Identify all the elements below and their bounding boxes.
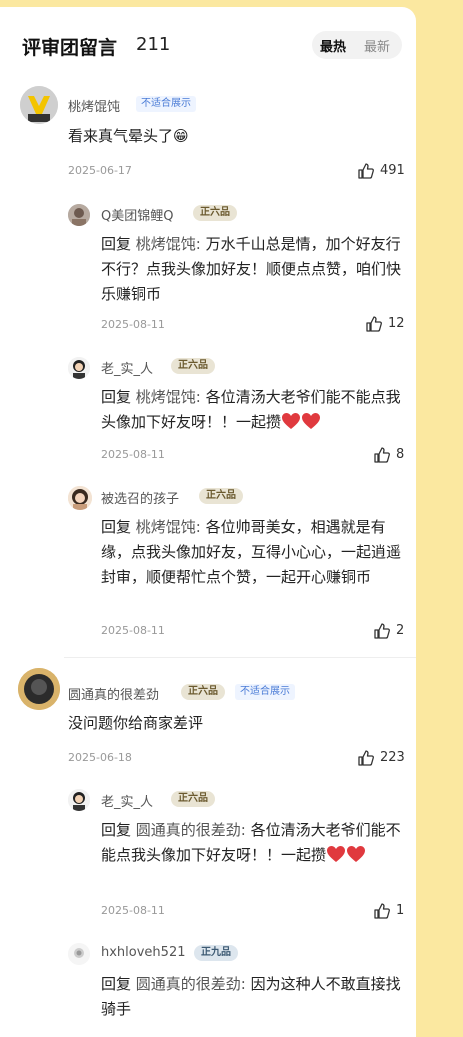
reply-to-name[interactable]: 桃烤馄饨:: [136, 518, 201, 536]
comment-text: 没问题你给商家差评: [68, 714, 204, 732]
reply-prefix: 回复: [101, 975, 132, 993]
heart-icon: [302, 413, 321, 429]
sort-toggle: 最热 最新: [312, 31, 402, 59]
heart-icon: [282, 413, 301, 429]
like-button[interactable]: 1: [373, 902, 411, 920]
reply-prefix: 回复: [101, 235, 132, 253]
reply-date: 2025-08-11: [101, 904, 165, 917]
comment-count: 211: [136, 34, 171, 55]
avatar[interactable]: [68, 486, 92, 510]
reply-to-name[interactable]: 桃烤馄饨:: [136, 388, 201, 406]
sort-new-button[interactable]: 最新: [364, 36, 390, 55]
like-button[interactable]: 491: [357, 162, 407, 180]
comment-date: 2025-06-18: [68, 751, 132, 764]
avatar[interactable]: [68, 357, 90, 379]
like-button[interactable]: 8: [373, 446, 411, 464]
reply-to-name[interactable]: 圆通真的很差劲:: [136, 975, 246, 993]
heart-icon: [347, 846, 366, 862]
author-name[interactable]: 老_实_人: [101, 791, 153, 810]
avatar[interactable]: [68, 789, 90, 811]
panel-header: 评审团留言 211 最热 最新: [22, 27, 402, 67]
not-suitable-badge: 不适合展示: [136, 96, 196, 112]
reply-date: 2025-08-11: [101, 448, 165, 461]
thumbs-up-icon: [374, 903, 390, 919]
reply-text: 回复 桃烤馄饨: 各位帅哥美女，相遇就是有缘，点我头像加好友，互得小心心，一起逍…: [101, 515, 405, 590]
sort-hot-button[interactable]: 最热: [320, 36, 346, 55]
avatar[interactable]: [68, 943, 90, 965]
reply-text: 回复 圆通真的很差劲: 各位清汤大老爷们能不能点我头像加下好友呀！！一起攒: [101, 818, 405, 868]
avatar[interactable]: [18, 668, 60, 710]
rank-badge: 正六品: [193, 205, 237, 221]
like-count: 12: [388, 316, 405, 331]
like-count: 2: [396, 623, 405, 638]
like-count: 491: [380, 163, 405, 178]
rank-badge: 正九品: [194, 945, 238, 961]
panel-title: 评审团留言: [22, 37, 118, 59]
reply-date: 2025-08-11: [101, 624, 165, 637]
comment-text: 看来真气晕头了😁: [68, 127, 189, 145]
thumbs-up-icon: [358, 163, 374, 179]
reply-text: 回复 圆通真的很差劲: 因为这种人不敢直接找骑手: [101, 972, 405, 1022]
avatar[interactable]: [20, 86, 58, 124]
author-name[interactable]: Q美团锦鲤Q: [101, 205, 173, 224]
thumbs-up-icon: [374, 623, 390, 639]
reply-prefix: 回复: [101, 821, 132, 839]
rank-badge: 正六品: [199, 488, 243, 504]
thumbs-up-icon: [374, 447, 390, 463]
reply-prefix: 回复: [101, 518, 132, 536]
reply-prefix: 回复: [101, 388, 132, 406]
author-name[interactable]: 老_实_人: [101, 358, 153, 377]
reply-date: 2025-08-11: [101, 318, 165, 331]
heart-icon: [327, 846, 346, 862]
like-count: 223: [380, 750, 405, 765]
reply-to-name[interactable]: 桃烤馄饨:: [136, 235, 201, 253]
reply-to-name[interactable]: 圆通真的很差劲:: [136, 821, 246, 839]
reply-text: 回复 桃烤馄饨: 各位清汤大老爷们能不能点我头像加下好友呀！！一起攒: [101, 385, 405, 435]
author-name[interactable]: 桃烤馄饨: [68, 96, 120, 115]
rank-badge: 正六品: [181, 684, 225, 700]
like-button[interactable]: 12: [365, 315, 410, 333]
like-count: 8: [396, 447, 405, 462]
thumbs-up-icon: [366, 316, 382, 332]
rank-badge: 正六品: [171, 791, 215, 807]
like-button[interactable]: 223: [357, 749, 409, 767]
not-suitable-badge: 不适合展示: [235, 684, 295, 700]
reply-text: 回复 桃烤馄饨: 万水千山总是情，加个好友行不行？点我头像加好友！顺便点点赞，咱…: [101, 232, 405, 307]
comment-divider: [64, 657, 416, 658]
like-button[interactable]: 2: [373, 622, 411, 640]
rank-badge: 正六品: [171, 358, 215, 374]
comment-panel: 评审团留言 211 最热 最新 桃烤馄饨 不适合展示 看来真气晕头了😁 2025…: [0, 7, 416, 1037]
like-count: 1: [396, 903, 405, 918]
author-name[interactable]: 被选召的孩子: [101, 488, 179, 507]
thumbs-up-icon: [358, 750, 374, 766]
avatar[interactable]: [68, 204, 90, 226]
author-name[interactable]: 圆通真的很差劲: [68, 684, 159, 703]
author-name[interactable]: hxhloveh521: [101, 945, 185, 960]
comment-date: 2025-06-17: [68, 164, 132, 177]
